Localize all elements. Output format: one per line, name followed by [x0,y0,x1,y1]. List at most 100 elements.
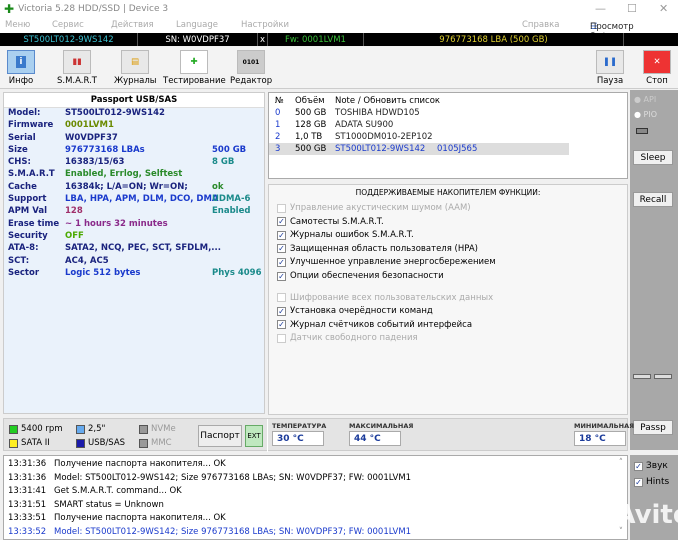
title-bar: ✚ Victoria 5.28 HDD/SSD | Device 3 — ☐ ✕ [0,0,678,18]
col-number[interactable]: № [275,96,284,106]
stop-label: Стоп [646,76,668,86]
checkbox: ✓ [277,320,286,330]
drive-size: 500 GB [295,144,327,154]
passport-row: ATA-8: SATA2, NCQ, PEC, SCT, SFDLM,... [4,243,264,255]
hints-checkbox[interactable]: ✓ Hints [634,477,669,487]
drive-size: 1,0 TB [295,132,323,142]
drive-list[interactable]: № Объём Note / Обновить список 0 500 GB TO… [268,92,628,179]
passport-row: Sector Logic 512 bytes Phys 4096 [4,268,264,280]
function-checkbox[interactable]: ✓ Самотесты S.M.A.R.T. [277,217,384,227]
close-icon[interactable]: ✕ [659,2,668,15]
passport-value: ST500LT012-9WS142 [65,108,165,118]
passport-key: Firmware [8,120,54,131]
function-checkbox[interactable]: ✓ Установка очерёдности команд [277,306,433,316]
passp-button[interactable]: Passp [633,420,673,435]
function-checkbox[interactable]: ✓ Защищенная область пользователя (HPA) [277,244,478,254]
menu-item[interactable]: Настройки [241,20,289,30]
menu-item[interactable]: Меню [5,20,30,30]
functions-panel: ПОДДЕРЖИВАЕМЫЕ НАКОПИТЕЛЕМ ФУНКЦИИ: Упра… [268,184,628,415]
log-time: 13:31:36 [8,472,47,483]
slider-left[interactable] [633,374,651,379]
passport-row: Security OFF [4,231,264,243]
passport-key: Model: [8,108,41,118]
function-checkbox[interactable]: Датчик свободного падения [277,333,418,343]
legend-swatch [9,438,18,448]
function-checkbox[interactable]: Управление акустическим шумом (AAM) [277,203,471,213]
function-label: Самотесты S.M.A.R.T. [290,216,384,227]
function-checkbox[interactable]: ✓ Опции обеспечения безопасности [277,271,444,281]
maximize-icon[interactable]: ☐ [627,2,637,15]
sleep-button[interactable]: Sleep [633,150,673,165]
scroll-up-icon[interactable]: ˄ [619,458,623,468]
smart-button[interactable]: ▮▮ S.M.A.R.T [55,50,99,86]
api-radio[interactable]: ● API [634,95,656,104]
legend-item: 2,5" [76,424,105,434]
test-label: Тестирование [163,76,226,86]
drive-row[interactable]: 3 500 GB ST500LT012-9WS142 0105J565 [269,143,569,155]
menu-item[interactable]: Действия [111,20,154,30]
pio-label: PIO [643,110,658,119]
log-time: 13:33:52 [8,526,47,537]
function-label: Установка очерёдности команд [290,306,433,317]
info-button[interactable]: i Инфо [3,50,39,86]
log-time: 13:33:51 [8,513,47,523]
drive-row[interactable]: 1 128 GB ADATA SU900 [269,119,627,131]
log-panel[interactable]: 13:31:36 Получение паспорта накопителя...… [3,455,628,540]
passport-button[interactable]: Паспорт [198,425,242,447]
passport-value: 128 [65,206,83,217]
journal-label: Журналы [114,76,157,86]
function-checkbox[interactable]: ✓ Журналы ошибок S.M.A.R.T. [277,230,414,240]
menu-bar: Меню Сервис Действия Language Настройки … [0,18,678,42]
legend-item: MMC [139,438,172,448]
legend-item: NVMe [139,424,176,434]
ext-button[interactable]: EXT [245,425,263,447]
minimize-icon[interactable]: — [595,2,606,15]
col-note[interactable]: Note / Обновить список [335,96,440,106]
pause-button[interactable]: ❚❚ Пауза [594,50,626,86]
sound-checkbox[interactable]: ✓ Звук [634,461,668,471]
checkbox: ✓ [277,271,286,281]
passport-key: CHS: [8,157,31,168]
app-icon: ✚ [4,2,15,16]
passport-row: S.M.A.R.T Enabled, Errlog, Selftest [4,169,264,181]
col-size[interactable]: Объём [295,96,325,106]
function-checkbox[interactable]: Шифрование всех пользовательских данных [277,293,493,303]
menu-item[interactable]: Language [176,20,218,30]
editor-button[interactable]: 0101 Редактор [230,50,272,86]
avito-watermark: ●●Avito [570,500,678,530]
max-temperature-label: МАКСИМАЛЬНАЯ [349,422,414,430]
menu-item[interactable]: Справка [522,20,559,30]
passport-extra: UDMA-6 [212,194,251,205]
journal-button[interactable]: ▤ Журналы [114,50,157,86]
function-checkbox[interactable]: ✓ Журнал счётчиков событий интерфейса [277,320,472,330]
passport-key: Security [8,230,48,241]
drive-serial: SN: W0VDPF37 [138,33,258,46]
passport-title: Passport USB/SAS [4,93,264,108]
recall-button[interactable]: Recall [633,192,673,207]
legend-label: MMC [151,438,172,448]
menu-item[interactable]: Сервис [52,20,84,30]
passport-row: Firmware 0001LVM1 [4,120,264,132]
smart-label: S.M.A.R.T [57,76,97,86]
test-button[interactable]: ✚ Тестирование [163,50,226,86]
drive-row[interactable]: 2 1,0 TB ST1000DM010-2EP102 [269,131,627,143]
pio-radio[interactable]: ● PIO [634,110,657,119]
checkbox: ✓ [634,477,643,487]
checkbox [277,333,286,343]
passport-extra: Enabled [212,206,251,217]
slider-right[interactable] [654,374,672,379]
drive-note: ST1000DM010-2EP102 [335,132,433,142]
pause-label: Пауза [596,76,624,86]
drive-row[interactable]: 0 500 GB TOSHIBA HDWD105 [269,107,627,119]
drive-note: TOSHIBA HDWD105 [335,108,420,118]
passport-row: CHS: 16383/15/63 8 GB [4,157,264,169]
legend-label: SATA II [21,438,50,448]
function-checkbox[interactable]: ✓ Улучшенное управление энергосбережением [277,257,496,267]
sound-label: Звук [646,461,668,471]
passport-row: SCT: AC4, AC5 [4,256,264,268]
stop-button[interactable]: ✕ Стоп [642,50,672,86]
temperature-label: ТЕМПЕРАТУРА [272,422,327,430]
drive-close-button[interactable]: x [258,33,268,46]
drive-list-header: № Объём Note / Обновить список [269,93,627,107]
journal-icon: ▤ [121,50,149,74]
